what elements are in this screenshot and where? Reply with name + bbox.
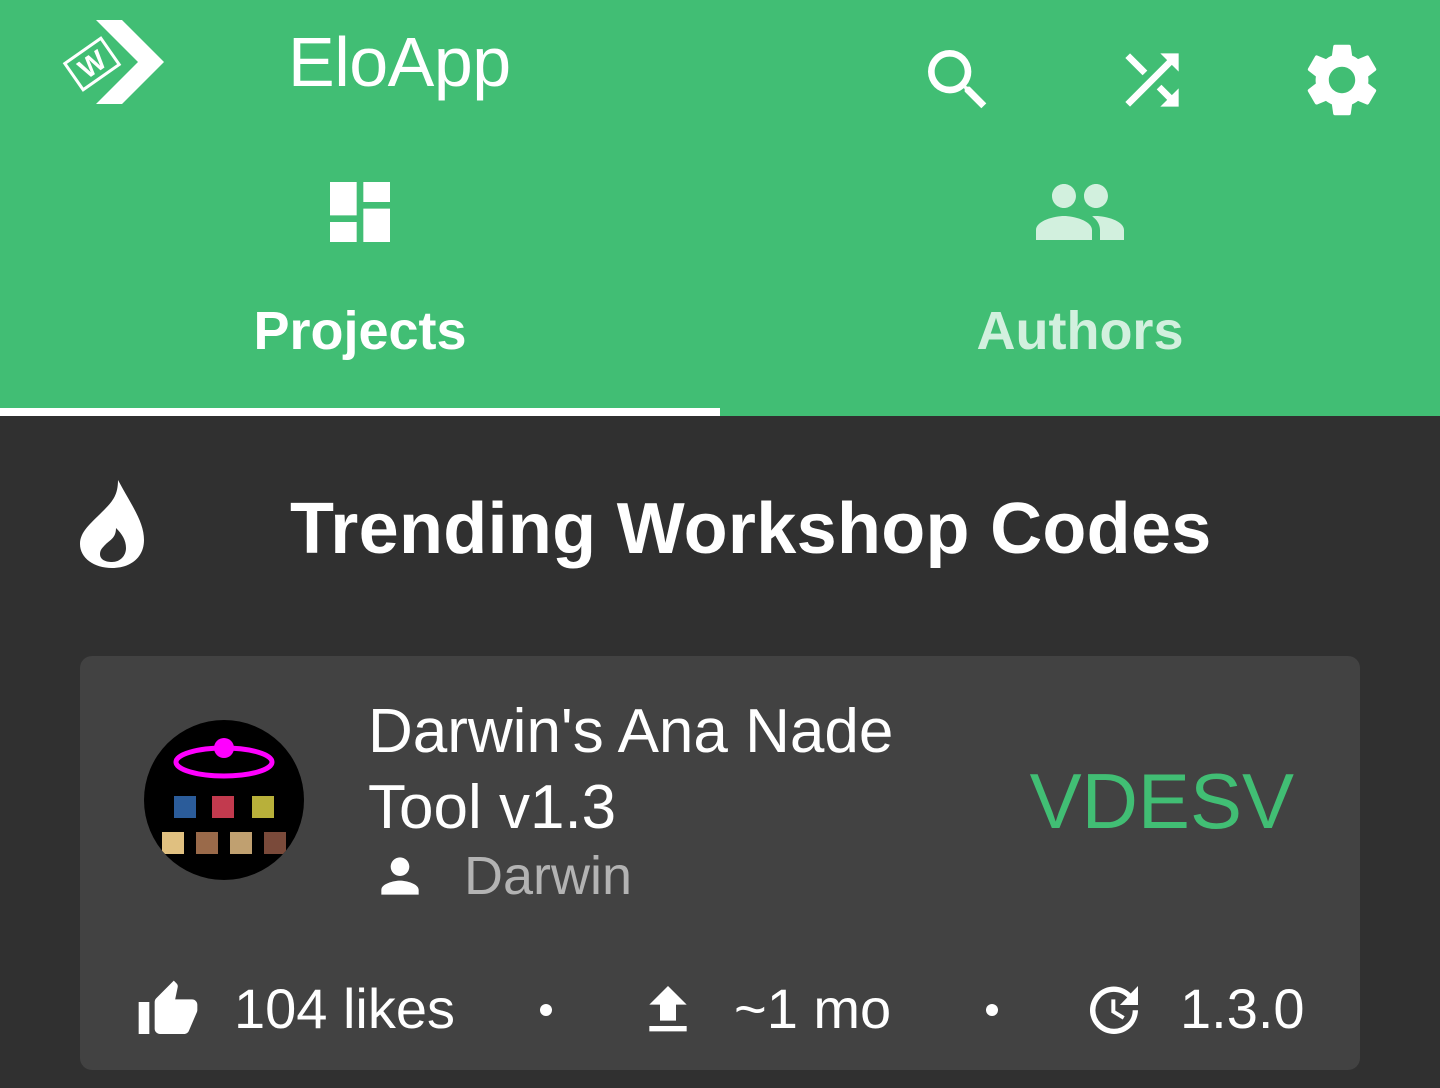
tab-projects[interactable]: Projects	[0, 150, 720, 416]
project-thumbnail-image	[162, 738, 286, 854]
person-icon	[381, 857, 419, 895]
update-clock-icon	[1090, 986, 1138, 1034]
search-button[interactable]	[914, 36, 1002, 124]
app-title: EloApp	[288, 23, 511, 101]
version-number: 1.3.0	[1180, 977, 1305, 1040]
workshop-logo-icon[interactable]: W	[52, 18, 170, 106]
flame-icon	[80, 480, 144, 568]
shuffle-button[interactable]	[1108, 36, 1196, 124]
project-title: Darwin's Ana Nade Tool v1.3	[368, 697, 894, 842]
likes-count: 104 likes	[234, 977, 456, 1040]
tab-selected-indicator	[0, 408, 720, 416]
app-header: W EloApp Projects Authors	[0, 0, 1440, 416]
search-icon	[928, 50, 987, 109]
workshop-code[interactable]: VDESV	[1030, 756, 1294, 847]
toolbar: W EloApp	[0, 0, 1440, 150]
people-icon	[1036, 184, 1124, 240]
shuffle-icon	[1125, 53, 1179, 107]
settings-gear-icon	[1307, 44, 1377, 116]
upload-icon	[649, 986, 687, 1032]
thumb-up-icon	[138, 980, 198, 1034]
tab-authors-icon-wrap	[720, 172, 1440, 252]
project-card[interactable]: Darwin's Ana Nade Tool v1.3 Darwin VDESV…	[80, 656, 1360, 1070]
separator-dot	[986, 1004, 998, 1016]
project-stats: 104 likes ~1 mo 1.3.0	[80, 974, 1360, 1046]
updated-time: ~1 mo	[734, 977, 892, 1040]
tab-authors-label: Authors	[976, 301, 1184, 361]
tab-authors[interactable]: Authors	[720, 150, 1440, 416]
author-link[interactable]: Darwin	[372, 846, 632, 906]
svg-text:W: W	[73, 44, 113, 85]
tab-projects-label: Projects	[253, 301, 467, 361]
author-name: Darwin	[464, 846, 633, 906]
tab-projects-icon-wrap	[0, 172, 720, 252]
app-root: W EloApp Projects Authors Trending Works…	[0, 0, 1440, 1088]
section-title: Trending Workshop Codes	[290, 489, 1212, 569]
tab-bar: Projects Authors	[0, 150, 1440, 416]
dashboard-icon	[330, 182, 390, 242]
settings-button[interactable]	[1298, 36, 1386, 124]
project-avatar	[144, 720, 304, 880]
separator-dot	[540, 1004, 552, 1016]
